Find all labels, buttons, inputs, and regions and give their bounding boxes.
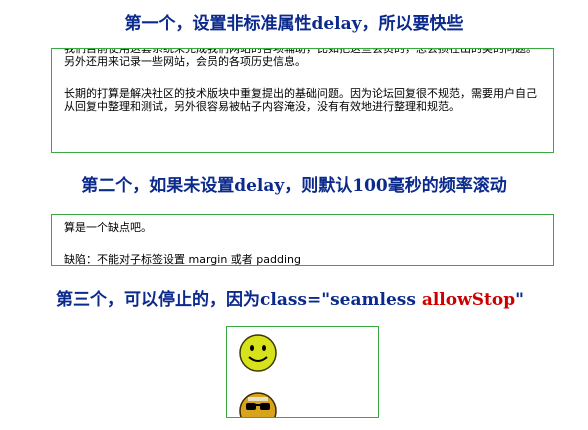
heading-text: 第三个，可以停止的，因为class="seamless xyxy=(56,290,422,310)
marquee-paragraph: 缺陷：不能对子标签设置 margin 或者 padding xyxy=(64,253,301,266)
heading-text: " xyxy=(515,290,524,310)
sunglasses-face-icon xyxy=(239,392,277,417)
marquee-fast[interactable]: 我们目前使用这套系统来完成我们网站的各项辅助，比如把这些会员的，总会损在出的类的… xyxy=(51,48,554,153)
section-heading-second: 第二个，如果未设置delay，则默认100毫秒的频率滚动 xyxy=(81,176,507,196)
marquee-default[interactable]: 算是一个缺点吧。 缺陷：不能对子标签设置 margin 或者 padding xyxy=(51,214,554,266)
marquee-content: 算是一个缺点吧。 缺陷：不能对子标签设置 margin 或者 padding xyxy=(64,221,541,266)
marquee-stoppable[interactable] xyxy=(226,326,379,418)
marquee-paragraph: 我们目前使用这套系统来完成我们网站的各项辅助，比如把这些会员的，总会损在出的类的… xyxy=(64,48,537,68)
smiley-face-icon xyxy=(239,334,277,372)
section-heading-first: 第一个，设置非标准属性delay，所以要快些 xyxy=(124,14,464,34)
marquee-content: 我们目前使用这套系统来完成我们网站的各项辅助，比如把这些会员的，总会损在出的类的… xyxy=(64,48,541,132)
section-heading-third: 第三个，可以停止的，因为class="seamless allowStop" xyxy=(0,285,584,310)
marquee-paragraph: 算是一个缺点吧。 xyxy=(64,221,152,234)
marquee-paragraph: 长期的打算是解决社区的技术版块中重复提出的基础问题。因为论坛回复很不规范，需要用… xyxy=(64,87,537,113)
heading-highlight: allowStop xyxy=(421,290,516,310)
